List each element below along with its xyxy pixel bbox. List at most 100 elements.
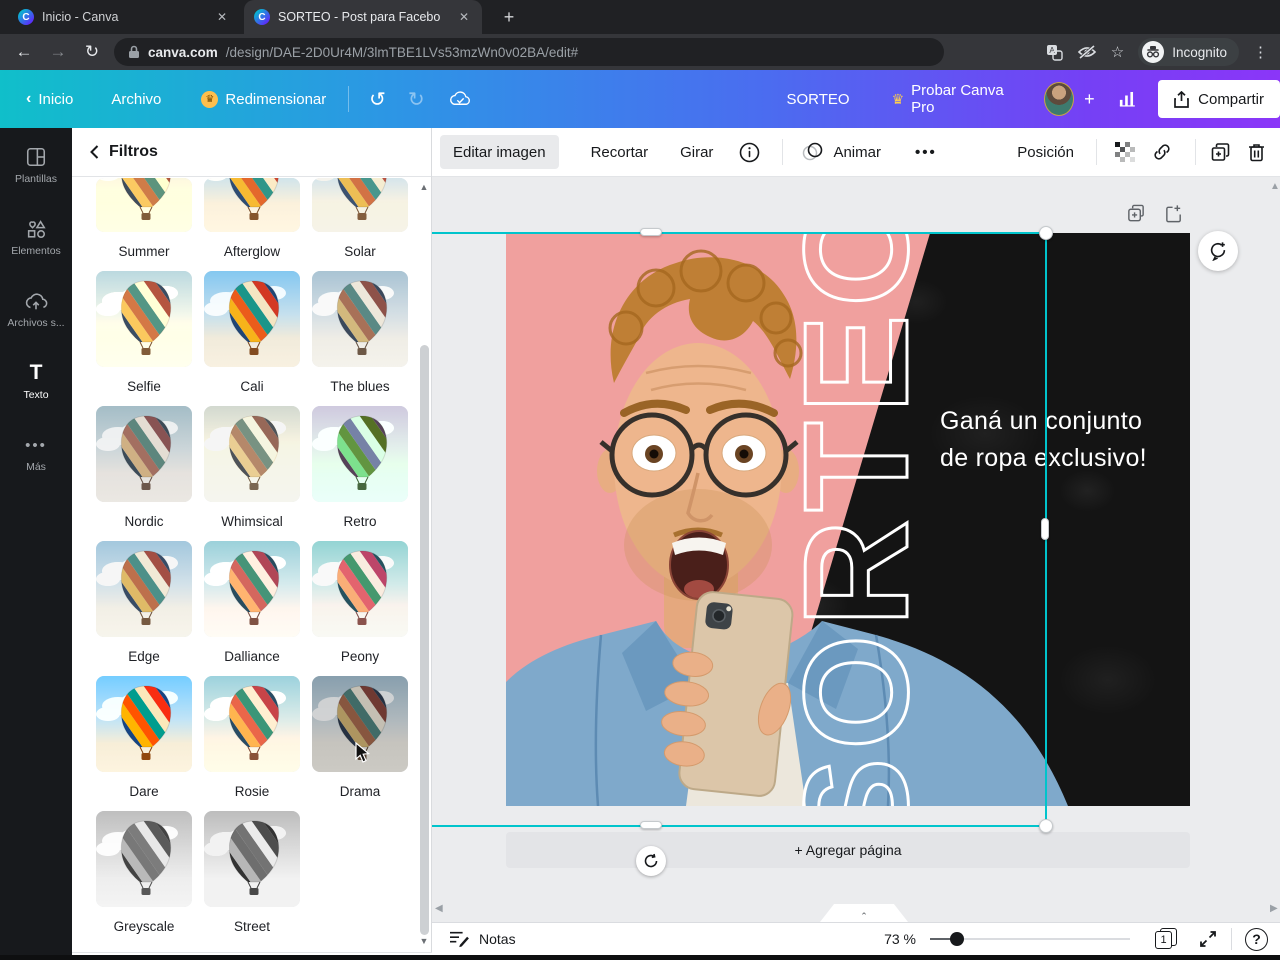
selection-handle-right[interactable]: [1041, 518, 1049, 540]
filter-option-rosie[interactable]: Rosie: [204, 676, 300, 811]
filter-option-greyscale[interactable]: Greyscale: [96, 811, 192, 946]
bottom-panel-toggle[interactable]: ⌃: [820, 904, 908, 922]
duplicate-page-icon[interactable]: [1126, 204, 1146, 229]
filter-option-retro[interactable]: Retro: [312, 406, 408, 541]
link-icon[interactable]: [1151, 141, 1173, 163]
file-menu-button[interactable]: Archivo: [111, 91, 161, 108]
selection-handle-bottom-right[interactable]: [1039, 819, 1053, 833]
filter-option-selfie[interactable]: Selfie: [96, 271, 192, 406]
document-title[interactable]: SORTEO: [786, 91, 849, 108]
zoom-slider-knob[interactable]: [950, 932, 964, 946]
selection-handle-top-right[interactable]: [1039, 226, 1053, 240]
reload-icon[interactable]: ↻: [82, 42, 102, 62]
design-vertical-word[interactable]: SORTEO: [772, 233, 942, 806]
toolbar-more-button[interactable]: •••: [915, 144, 937, 161]
tab-close-icon[interactable]: ✕: [456, 9, 472, 25]
delete-trash-icon[interactable]: [1247, 142, 1266, 163]
page-grid-view-button[interactable]: 1: [1155, 928, 1179, 950]
add-comment-button[interactable]: [1198, 231, 1238, 271]
filter-option-cali[interactable]: Cali: [204, 271, 300, 406]
sidebar-item-texto[interactable]: T Texto: [0, 361, 72, 401]
new-tab-button[interactable]: +: [496, 5, 522, 31]
sidebar-item-elementos[interactable]: Elementos: [0, 217, 72, 257]
transparency-icon[interactable]: [1115, 142, 1135, 162]
crop-button[interactable]: Recortar: [591, 144, 649, 161]
filter-option-nordic[interactable]: Nordic: [96, 406, 192, 541]
sidebar-item-mas[interactable]: ••• Más: [0, 433, 72, 474]
filter-option-the-blues[interactable]: The blues: [312, 271, 408, 406]
fullscreen-icon[interactable]: [1199, 930, 1217, 948]
panel-scroll-up-icon[interactable]: ▲: [419, 182, 429, 192]
filter-thumbnail: [204, 178, 300, 232]
bookmark-star-icon[interactable]: ☆: [1111, 43, 1124, 61]
zoom-slider[interactable]: [930, 932, 1130, 946]
selection-edge-top[interactable]: [432, 232, 1048, 234]
undo-icon[interactable]: ↺: [369, 87, 386, 112]
help-button[interactable]: ?: [1245, 927, 1268, 951]
selection-edge-bottom[interactable]: [432, 825, 1048, 827]
eye-off-icon[interactable]: [1077, 44, 1097, 60]
scroll-right-icon[interactable]: ▶: [1270, 903, 1278, 914]
insights-chart-icon[interactable]: [1119, 90, 1137, 108]
selection-handle-bottom[interactable]: [640, 821, 662, 829]
info-icon[interactable]: [739, 142, 760, 163]
browser-menu-icon[interactable]: ⋮: [1253, 43, 1268, 61]
add-page-icon[interactable]: [1164, 204, 1184, 229]
filter-option-peony[interactable]: Peony: [312, 541, 408, 676]
notes-icon: [450, 931, 469, 948]
crown-icon: ♛: [891, 90, 905, 107]
back-icon[interactable]: ←: [14, 42, 34, 62]
browser-tab-inicio[interactable]: C Inicio - Canva ✕: [8, 0, 240, 34]
edit-image-button[interactable]: Editar imagen: [440, 135, 559, 169]
scroll-up-icon[interactable]: ▲: [1270, 181, 1280, 192]
filter-option-summer[interactable]: Summer: [96, 178, 192, 271]
upload-share-icon: [1174, 90, 1189, 108]
address-bar[interactable]: canva.com/design/DAE-2D0Ur4M/3lmTBE1LVs5…: [114, 38, 944, 66]
filter-option-edge[interactable]: Edge: [96, 541, 192, 676]
duplicate-icon[interactable]: [1210, 142, 1231, 163]
back-chevron-icon[interactable]: [90, 145, 99, 159]
animate-button[interactable]: Animar: [833, 144, 881, 161]
filter-option-afterglow[interactable]: Afterglow: [204, 178, 300, 271]
canvas-viewport[interactable]: SORTEO Ganá un conjunto de ropa exclusiv…: [432, 177, 1280, 922]
filter-thumbnail: [96, 178, 192, 232]
panel-scroll-down-icon[interactable]: ▼: [419, 936, 429, 946]
notes-button[interactable]: Notas: [432, 930, 516, 948]
notes-label: Notas: [479, 931, 516, 947]
home-label: Inicio: [38, 90, 74, 108]
filter-thumbnail: [204, 811, 300, 907]
share-button[interactable]: Compartir: [1158, 80, 1280, 118]
divider: [1231, 928, 1232, 950]
add-page-button[interactable]: + Agregar página: [506, 832, 1190, 868]
selection-handle-top[interactable]: [640, 228, 662, 236]
sidebar-item-plantillas[interactable]: Plantillas: [0, 145, 72, 185]
resize-button[interactable]: ♛ Redimensionar: [201, 90, 326, 108]
try-pro-button[interactable]: ♛ Probar Canva Pro: [892, 82, 1014, 116]
filter-option-street[interactable]: Street: [204, 811, 300, 946]
tab-close-icon[interactable]: ✕: [214, 9, 230, 25]
user-avatar[interactable]: [1044, 82, 1075, 116]
sidebar-item-archivos[interactable]: Archivos s...: [0, 289, 72, 329]
cloud-saved-icon: [449, 91, 470, 105]
position-button[interactable]: Posición: [1017, 144, 1074, 161]
design-page[interactable]: SORTEO Ganá un conjunto de ropa exclusiv…: [506, 233, 1190, 806]
translate-icon[interactable]: A: [1046, 44, 1063, 61]
rotate-handle-icon[interactable]: [636, 846, 666, 876]
panel-scrollbar[interactable]: [420, 345, 429, 935]
filter-option-whimsical[interactable]: Whimsical: [204, 406, 300, 541]
filter-option-solar[interactable]: Solar: [312, 178, 408, 271]
filter-option-dalliance[interactable]: Dalliance: [204, 541, 300, 676]
add-member-icon[interactable]: +: [1084, 89, 1095, 110]
filter-option-dare[interactable]: Dare: [96, 676, 192, 811]
url-host: canva.com: [148, 44, 218, 60]
redo-icon[interactable]: ↻: [408, 87, 425, 112]
window-bottom-strip: [0, 955, 1280, 960]
home-button[interactable]: ‹ Inicio: [26, 90, 73, 108]
forward-icon[interactable]: →: [48, 42, 68, 62]
filter-thumbnail: [204, 271, 300, 367]
scroll-left-icon[interactable]: ◀: [435, 903, 443, 914]
canva-favicon-icon: C: [18, 9, 34, 25]
rotate-button[interactable]: Girar: [680, 144, 713, 161]
browser-tab-sorteo[interactable]: C SORTEO - Post para Facebo ✕: [244, 0, 482, 34]
design-headline[interactable]: Ganá un conjunto de ropa exclusivo!: [940, 403, 1180, 477]
